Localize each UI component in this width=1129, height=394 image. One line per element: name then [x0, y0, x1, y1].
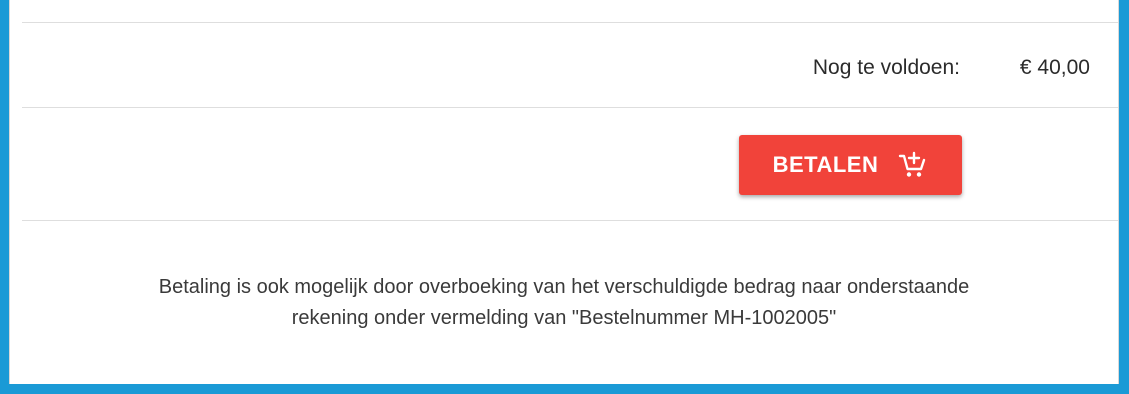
- outstanding-amount: € 40,00: [1019, 56, 1090, 79]
- pay-button[interactable]: BETALEN: [739, 135, 962, 195]
- payment-panel: Nog te voldoen: € 40,00 BETALEN Betaling…: [9, 0, 1119, 384]
- bank-transfer-notice: Betaling is ook mogelijk door overboekin…: [10, 272, 1118, 334]
- cart-add-icon: [898, 150, 928, 180]
- window-frame: Nog te voldoen: € 40,00 BETALEN Betaling…: [0, 0, 1129, 394]
- divider-bottom: [22, 220, 1118, 221]
- outstanding-row: Nog te voldoen: € 40,00: [10, 50, 1118, 90]
- pay-button-label: BETALEN: [772, 152, 879, 177]
- divider-top: [22, 22, 1118, 23]
- notice-line-1: Betaling is ook mogelijk door overboekin…: [158, 276, 970, 298]
- outstanding-label: Nog te voldoen:: [812, 56, 960, 79]
- divider-middle: [22, 107, 1118, 108]
- notice-line-2: rekening onder vermelding van "Bestelnum…: [291, 307, 837, 329]
